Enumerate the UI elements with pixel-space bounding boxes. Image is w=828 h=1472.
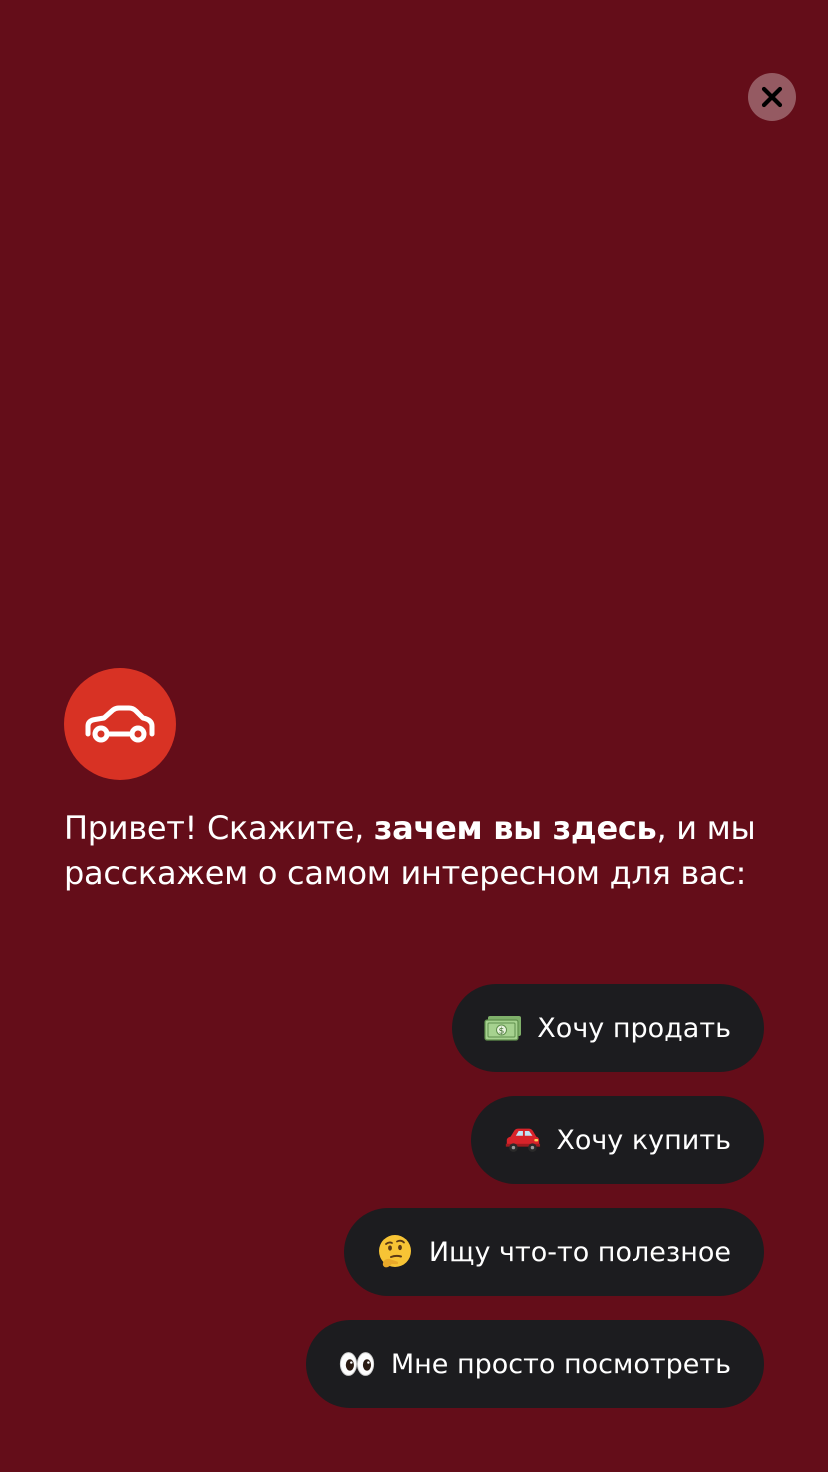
greeting-text: Привет! Скажите, зачем вы здесь, и мы ра… [64,806,784,896]
option-buy-button[interactable]: Хочу купить [471,1096,764,1184]
option-label: Ищу что-то полезное [428,1236,731,1268]
red-car-emoji-icon [503,1121,541,1159]
greeting-prefix: Привет! Скажите, [64,809,374,847]
option-label: Мне просто посмотреть [390,1348,731,1380]
thinking-face-emoji-icon [376,1233,414,1271]
close-button[interactable] [748,73,796,121]
option-browse-button[interactable]: Мне просто посмотреть [305,1320,764,1408]
svg-text:$: $ [499,1027,505,1037]
option-label: Хочу продать [537,1012,731,1044]
car-icon [85,705,155,743]
close-icon [761,86,783,108]
eyes-emoji-icon [338,1345,376,1383]
option-sell-button[interactable]: $ Хочу продать [452,984,764,1072]
option-useful-button[interactable]: Ищу что-то полезное [343,1208,764,1296]
options-list: $ Хочу продать Хочу купить Ищу что-то по… [305,984,764,1408]
option-label: Хочу купить [556,1124,731,1156]
app-logo [64,668,176,780]
money-emoji-icon: $ [484,1009,522,1047]
greeting-emphasis: зачем вы здесь [373,809,657,847]
